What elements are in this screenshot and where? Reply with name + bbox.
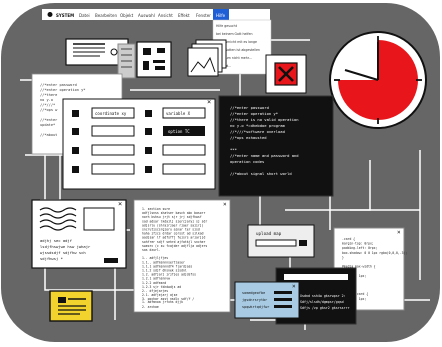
terminal-left-line: //*enter [40,118,58,122]
option-field-value: option TC [168,129,190,134]
upload-dialog-title: upload map [256,231,282,236]
terminal-left-line: //*there [40,93,57,97]
terminal-line: //*enter operation y* [230,111,278,116]
close-icon[interactable]: × [118,200,122,208]
checkbox[interactable] [145,147,152,154]
photo-stack-icon [187,39,227,77]
circuit-board-icon [136,41,172,78]
menu-item-system[interactable]: SYSTEM [56,13,74,18]
illustration-scene: SYSTEM Datei Bearbeiten Objekt Auswahl A… [1,3,440,342]
close-icon[interactable]: × [207,98,211,106]
text-field[interactable] [91,125,135,137]
upload-dialog: upload map [247,224,315,258]
system-logo-icon [47,12,53,17]
checkbox[interactable] [145,110,152,117]
text-field[interactable] [91,144,135,156]
close-icon[interactable]: × [223,201,227,208]
menu-item-datei[interactable]: Datei [79,13,90,18]
blue-popup-line: somedgeofbe [242,291,265,295]
code-line: } [342,255,344,259]
terminal-line: //*there is no valid operation [230,117,299,122]
checkbox[interactable] [72,166,79,173]
error-dialog [265,54,307,94]
scribble-line: sdjfhwsj * [40,256,63,261]
menu-item-auswahl[interactable]: Auswahl [138,13,155,18]
clock-icon [329,31,427,129]
scribble-line: adjhj sec adjf [40,238,72,243]
menu-item-fenster[interactable]: Fenster [196,13,211,18]
upload-path-field[interactable] [255,239,297,247]
terminal-line: *** [230,147,237,152]
checkbox[interactable] [145,166,152,173]
menu-item-ansicht[interactable]: Ansicht [158,13,173,18]
terminal-line: //*about signal short world [230,171,292,176]
code-line: margin-top: 0rpx; [342,242,374,246]
upload-button[interactable] [299,240,307,246]
code-line: .card { [342,237,355,241]
document-line: sas dzurl. [142,248,161,252]
terminal-line: //*ops exhausted [230,135,267,140]
menu-item-objekt[interactable]: Objekt [120,13,134,18]
dropdown-item[interactable]: bei keinem Gott helfen [216,32,252,36]
yellow-card [49,290,93,322]
document-footer-line: 1. adfmnoa jrfxhs djjk [142,300,183,304]
terminal-left-line: //*///* [40,103,55,107]
form-dialog: × coordinate xy variable X option TC [62,98,216,190]
checkbox[interactable] [145,128,152,135]
scribble-line: lsdjfhswjwe hsw jwhajr [40,244,91,249]
text-field[interactable] [162,163,206,175]
dropdown-item[interactable]: Hilfe gesucht [216,24,238,28]
terminal-left-line: update* [40,123,55,127]
blue-popup: × somedgeofbe jgsdnrsrytbr spqwkrtqdjfwr [234,281,300,319]
terminal-line: //*enter name and password and [230,153,299,158]
terminal-line: //*///*software overload [230,129,285,134]
close-icon[interactable]: × [292,283,296,290]
menubar: SYSTEM Datei Bearbeiten Objekt Auswahl A… [42,9,270,20]
checkbox[interactable] [72,128,79,135]
code-line: padding-left: 0rpx; [342,246,378,250]
terminal-line: operation codes [230,159,264,164]
server-icon [117,43,136,79]
terminal-left-line: //*about [40,133,57,137]
checkbox[interactable] [72,110,79,117]
text-field[interactable] [91,163,135,175]
document-window: × 1. section sureadfjlsnss shatser kasch… [133,199,231,313]
terminal-left-line: no y.o [40,98,53,102]
document-footer-line: 2. archae [142,305,159,309]
blue-popup-line: spqwkrtqdjfwr [242,305,269,309]
coordinate-field-value: coordinate xy [95,111,127,116]
terminal-left-line: //*ops w [40,108,58,112]
text-field[interactable] [162,144,206,156]
checkbox[interactable] [72,147,79,154]
blue-popup-line: jgsdnrsrytbr [242,298,267,302]
terminal-line: //*enter password [230,105,269,110]
close-icon[interactable]: × [397,229,401,236]
terminal-main-window: × //*enter password //*enter operation y… [218,95,334,197]
code-line: box-shadow: 0 0 1px rgba(0,0,0,.3); [342,251,407,255]
dark-terminal-line: Sdfjs /zp gksr2 gksrssrrr [300,306,350,310]
scribble-card: × adjhj sec adjf lsdjfhswjwe hsw jwhajr … [31,199,127,269]
menu-item-hilfe[interactable]: Hilfe [216,13,226,18]
terminal-left-line: //*enter operation y* [40,88,85,92]
scribble-line: wjssdsdjf sdjfhw sch [40,250,86,255]
terminal-line: no y.o *=dhebdoe program [230,123,286,128]
dark-terminal-line: Sdfj/slsdh/dgmpsr/gqsd [300,300,344,304]
terminal-left-line: //*enter password [40,83,77,87]
variable-field-value: variable X [166,111,191,116]
menu-item-bearbeiten[interactable]: Bearbeiten [95,13,117,18]
menu-item-effekt[interactable]: Effekt [178,13,190,18]
close-icon[interactable]: × [327,96,331,103]
dark-terminal-line: Xsdnd ssh4w gksrwpsr 2: [300,294,346,298]
